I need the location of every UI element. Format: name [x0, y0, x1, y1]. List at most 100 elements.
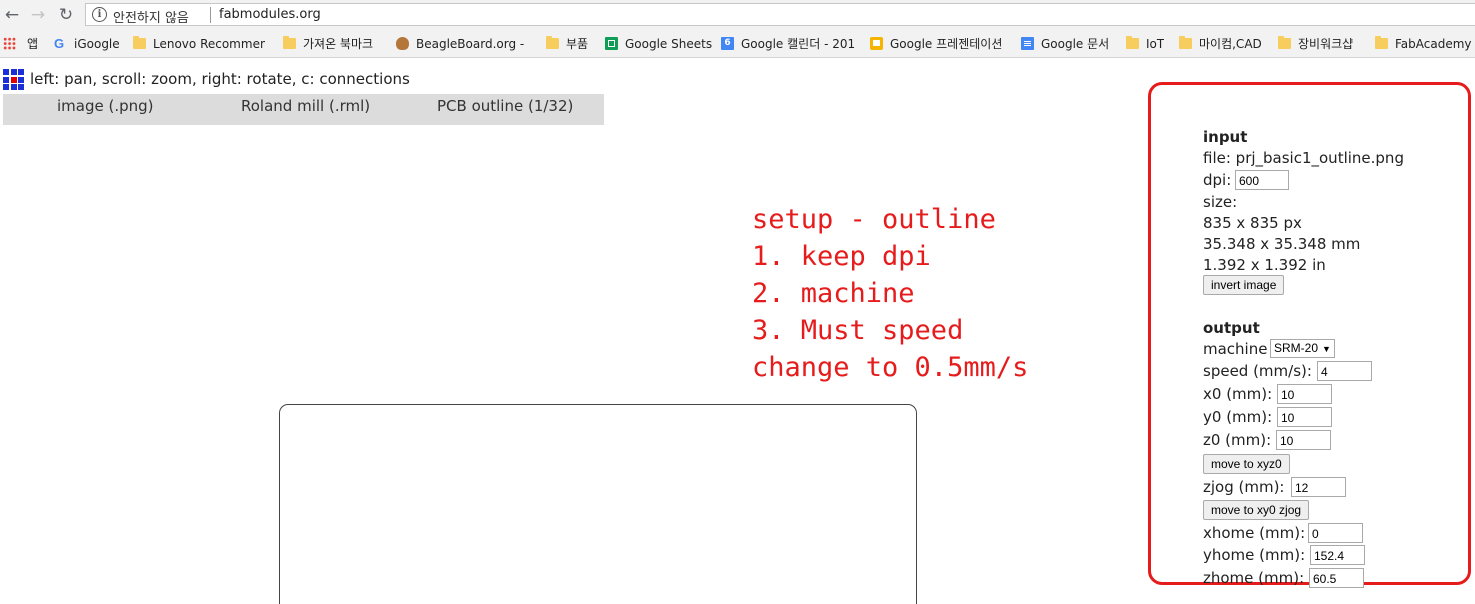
size-mm: 35.348 x 35.348 mm [1203, 235, 1361, 253]
bookmark-label: Google 캘린더 - 201 [741, 37, 855, 51]
bookmark-label: BeagleBoard.org - Be [416, 37, 528, 51]
x0-label: x0 (mm): [1203, 385, 1273, 403]
fab-modules-logo-icon[interactable] [3, 69, 24, 90]
bookmark-google-calendar[interactable]: 6 Google 캘린더 - 201 [721, 35, 857, 53]
logo-cell [3, 69, 9, 75]
bookmark-equipment-workshop[interactable]: 장비워크샵 [1278, 35, 1364, 53]
speed-row: speed (mm/s): 4 [1203, 361, 1373, 381]
bookmark-label: FabAcademy [1395, 37, 1472, 51]
zjog-row: zjog (mm): 12 [1203, 477, 1348, 497]
security-status[interactable]: 안전하지 않음 [113, 7, 189, 26]
yhome-row: yhome (mm): 152.4 [1203, 545, 1368, 565]
logo-cell [18, 69, 24, 75]
dpi-label: dpi: [1203, 171, 1232, 189]
url-text[interactable]: fabmodules.org [219, 7, 321, 22]
move-to-xy0-zjog-button[interactable]: move to xy0 zjog [1203, 500, 1310, 520]
bookmarks-bar: 앱 G iGoogle Lenovo Recommend 가져온 북마크 Bea… [0, 30, 1475, 58]
machine-label: machine [1203, 340, 1268, 358]
bookmark-lenovo[interactable]: Lenovo Recommend [133, 35, 269, 53]
logo-cell [3, 84, 9, 90]
reload-icon[interactable]: ↻ [55, 4, 77, 26]
zjog-input[interactable]: 12 [1291, 477, 1346, 497]
forward-arrow-icon[interactable]: → [27, 4, 49, 26]
folder-icon [1278, 36, 1291, 49]
z0-input[interactable]: 10 [1276, 430, 1331, 450]
z0-row: z0 (mm): 10 [1203, 430, 1333, 450]
zhome-input[interactable]: 60.5 [1309, 568, 1364, 588]
bookmark-label: Google 문서 [1041, 37, 1110, 51]
slides-icon [870, 37, 883, 50]
annotation-line: 1. keep dpi [752, 241, 931, 272]
logo-cell [18, 76, 24, 83]
z0-label: z0 (mm): [1203, 431, 1272, 449]
sheets-icon [605, 37, 618, 50]
size-label: size: [1203, 193, 1238, 211]
y0-row: y0 (mm): 10 [1203, 407, 1333, 427]
machine-select-value: SRM-20 [1274, 341, 1319, 355]
bookmark-label: Lenovo Recommend [153, 37, 265, 51]
input-file-name: file: prj_basic1_outline.png [1203, 149, 1404, 167]
address-bar[interactable]: i 안전하지 않음 fabmodules.org [85, 3, 1475, 26]
dpi-row: dpi: 600 [1203, 170, 1293, 190]
x0-row: x0 (mm): 10 [1203, 384, 1333, 404]
beagle-icon [396, 37, 409, 50]
size-in: 1.392 x 1.392 in [1203, 256, 1326, 274]
x0-input[interactable]: 10 [1277, 384, 1332, 404]
yhome-input[interactable]: 152.4 [1310, 545, 1365, 565]
back-arrow-icon[interactable]: ← [1, 4, 23, 26]
annotation-line: 3. Must speed [752, 315, 964, 346]
folder-icon [1179, 36, 1192, 49]
browser-toolbar: ← → ↻ i 안전하지 않음 fabmodules.org [0, 0, 1475, 30]
zjog-label: zjog (mm): [1203, 478, 1285, 496]
menu-process[interactable]: PCB outline (1/32) [437, 97, 573, 115]
output-section-title: output [1203, 319, 1260, 337]
apps-grid-icon [3, 37, 16, 50]
logo-cell [3, 76, 9, 83]
bookmark-label: 장비워크샵 [1298, 37, 1354, 51]
folder-icon [1126, 36, 1139, 49]
y0-input[interactable]: 10 [1277, 407, 1332, 427]
bookmark-label: 앱 [27, 37, 39, 51]
module-menu-bar: image (.png) Roland mill (.rml) PCB outl… [3, 94, 604, 125]
y0-label: y0 (mm): [1203, 408, 1273, 426]
invert-image-button[interactable]: invert image [1203, 275, 1285, 295]
bookmark-microcom-cad[interactable]: 마이컴,CAD [1179, 35, 1265, 53]
setup-annotation: setup - outline 1. keep dpi 2. machine 3… [752, 201, 1028, 386]
bookmark-apps[interactable]: 앱 [3, 35, 43, 53]
machine-select[interactable]: SRM-20 ▼ [1270, 339, 1335, 358]
annotation-line: 2. machine [752, 278, 915, 309]
menu-output-format[interactable]: Roland mill (.rml) [241, 97, 370, 115]
speed-input[interactable]: 4 [1317, 361, 1372, 381]
bookmark-label: 부품 [566, 37, 589, 51]
bookmark-google-docs[interactable]: Google 문서 [1021, 35, 1115, 53]
bookmark-fabacademy[interactable]: FabAcademy [1375, 35, 1473, 53]
bookmark-beagleboard[interactable]: BeagleBoard.org - Be [396, 35, 530, 53]
bookmark-google-sheets[interactable]: Google Sheets [605, 35, 712, 53]
move-to-xyz0-button[interactable]: move to xyz0 [1203, 454, 1290, 474]
yhome-label: yhome (mm): [1203, 546, 1306, 564]
dpi-input[interactable]: 600 [1235, 170, 1289, 190]
bookmark-label: Google 프레젠테이션 [890, 37, 1003, 51]
bookmark-igoogle[interactable]: G iGoogle [54, 35, 124, 53]
folder-icon [1375, 36, 1388, 49]
info-icon[interactable]: i [92, 7, 107, 22]
google-icon: G [54, 36, 65, 51]
bookmark-google-slides[interactable]: Google 프레젠테이션 [870, 35, 1008, 53]
xhome-label: xhome (mm): [1203, 524, 1306, 542]
speed-label: speed (mm/s): [1203, 362, 1312, 380]
logo-cell [10, 76, 17, 83]
folder-icon [283, 36, 296, 49]
bookmark-label: 마이컴,CAD [1199, 37, 1262, 51]
input-section-title: input [1203, 128, 1248, 146]
zhome-label: zhome (mm): [1203, 569, 1305, 587]
xhome-input[interactable]: 0 [1308, 523, 1363, 543]
annotation-line: setup - outline [752, 204, 996, 235]
bookmark-imported[interactable]: 가져온 북마크 [283, 35, 383, 53]
logo-cell [10, 69, 17, 75]
bookmark-parts[interactable]: 부품 [546, 35, 594, 53]
bookmark-iot[interactable]: IoT [1126, 35, 1170, 53]
controls-help-text: left: pan, scroll: zoom, right: rotate, … [30, 70, 410, 88]
pcb-outline-preview[interactable] [279, 404, 917, 604]
annotation-line: change to 0.5mm/s [752, 352, 1029, 383]
menu-input-format[interactable]: image (.png) [57, 97, 154, 115]
